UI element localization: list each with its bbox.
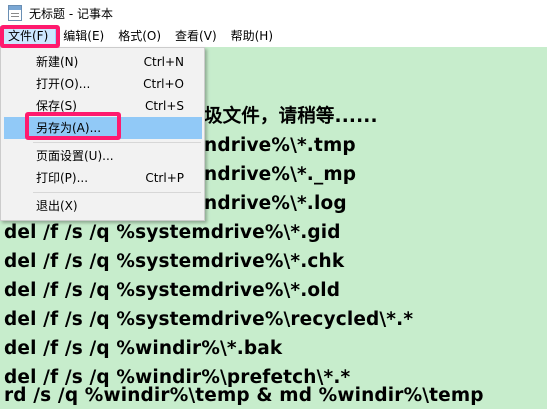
menu-item-shortcut: Ctrl+P	[145, 171, 184, 185]
menu-item-label: 页面设置(U)...	[36, 149, 114, 163]
menu-item-exit[interactable]: 退出(X)	[4, 195, 202, 217]
annotation-box-save-as	[25, 112, 121, 140]
annotation-box-file-menu	[0, 25, 60, 48]
menu-separator	[33, 192, 201, 193]
menu-item-new[interactable]: 新建(N) Ctrl+N	[4, 51, 202, 73]
editor-line: 圾文件，请稍等......	[204, 106, 378, 127]
title-bar: 无标题 - 记事本	[0, 0, 547, 26]
menu-help[interactable]: 帮助(H)	[224, 26, 280, 47]
menu-item-print[interactable]: 打印(P)... Ctrl+P	[4, 167, 202, 189]
menu-item-page-setup[interactable]: 页面设置(U)...	[4, 145, 202, 167]
editor-line: ndrive%\*.tmp	[204, 135, 356, 156]
editor-line: ndrive%\*.log	[204, 193, 347, 214]
menu-item-shortcut: Ctrl+S	[144, 99, 184, 113]
menu-item-label: 退出(X)	[36, 199, 78, 213]
menu-item-shortcut: Ctrl+O	[143, 77, 184, 91]
menu-item-open[interactable]: 打开(O)... Ctrl+O	[4, 73, 202, 95]
menu-edit[interactable]: 编辑(E)	[56, 26, 111, 47]
editor-line: del /f /s /q %systemdrive%\*.old	[4, 280, 341, 301]
editor-line: ndrive%\*._mp	[204, 164, 357, 185]
window-title: 无标题 - 记事本	[29, 6, 113, 21]
notepad-icon	[8, 5, 22, 21]
menu-item-label: 新建(N)	[36, 55, 79, 69]
menu-item-label: 打印(P)...	[36, 171, 89, 185]
editor-line: del /f /s /q %systemdrive%\*.chk	[4, 251, 345, 272]
menu-separator	[33, 142, 201, 143]
menu-format[interactable]: 格式(O)	[111, 26, 168, 47]
menu-item-label: 打开(O)...	[36, 77, 91, 91]
editor-line: del /f /s /q %systemdrive%\*.gid	[4, 222, 341, 243]
editor-line: del /f /s /q %systemdrive%\recycled\*.*	[4, 309, 414, 330]
editor-line: rd /s /q %windir%\temp & md %windir%\tem…	[4, 385, 484, 406]
editor-line: del /f /s /q %windir%\*.bak	[4, 338, 283, 359]
menu-bar: 文件(F) 编辑(E) 格式(O) 查看(V) 帮助(H)	[0, 26, 547, 47]
menu-item-shortcut: Ctrl+N	[143, 55, 184, 69]
menu-view[interactable]: 查看(V)	[168, 26, 224, 47]
